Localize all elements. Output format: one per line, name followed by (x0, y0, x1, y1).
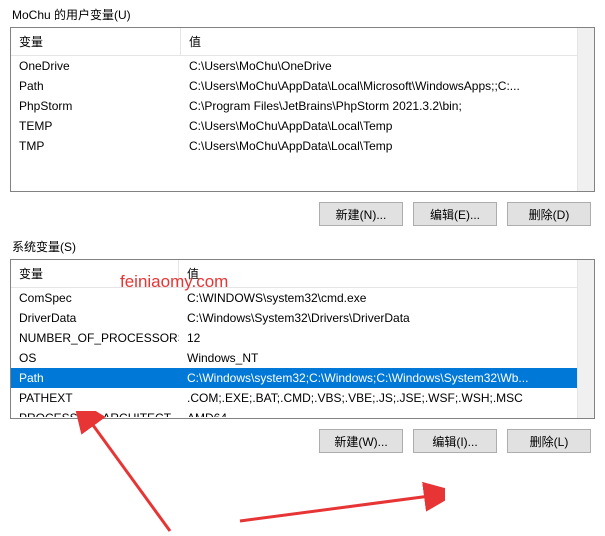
system-buttons-row: 新建(W)... 编辑(I)... 删除(L) (10, 419, 595, 459)
system-col-value[interactable]: 值 (179, 260, 594, 287)
system-table-header: 变量 值 (11, 260, 594, 288)
table-row[interactable]: ComSpecC:\WINDOWS\system32\cmd.exe (11, 288, 594, 308)
user-table-header: 变量 值 (11, 28, 594, 56)
user-new-button[interactable]: 新建(N)... (319, 202, 403, 226)
user-buttons-row: 新建(N)... 编辑(E)... 删除(D) (10, 192, 595, 232)
system-variables-table: 变量 值 ComSpecC:\WINDOWS\system32\cmd.exe … (10, 259, 595, 419)
user-edit-button[interactable]: 编辑(E)... (413, 202, 497, 226)
system-col-variable[interactable]: 变量 (11, 260, 179, 287)
table-row[interactable]: NUMBER_OF_PROCESSORS12 (11, 328, 594, 348)
system-variables-section: 系统变量(S) 变量 值 ComSpecC:\WINDOWS\system32\… (10, 238, 595, 459)
system-delete-button[interactable]: 删除(L) (507, 429, 591, 453)
user-col-value[interactable]: 值 (181, 28, 594, 55)
user-variables-section: MoChu 的用户变量(U) 变量 值 OneDriveC:\Users\MoC… (10, 6, 595, 232)
table-row[interactable]: PhpStormC:\Program Files\JetBrains\PhpSt… (11, 96, 594, 116)
user-variables-label: MoChu 的用户变量(U) (10, 6, 595, 23)
table-row[interactable]: PROCESSOR_ARCHITECT...AMD64 (11, 408, 594, 417)
system-new-button[interactable]: 新建(W)... (319, 429, 403, 453)
table-row[interactable]: TEMPC:\Users\MoChu\AppData\Local\Temp (11, 116, 594, 136)
table-row[interactable]: OSWindows_NT (11, 348, 594, 368)
system-edit-button[interactable]: 编辑(I)... (413, 429, 497, 453)
table-row[interactable]: PATHEXT.COM;.EXE;.BAT;.CMD;.VBS;.VBE;.JS… (11, 388, 594, 408)
table-row[interactable]: DriverDataC:\Windows\System32\Drivers\Dr… (11, 308, 594, 328)
user-variables-table: 变量 值 OneDriveC:\Users\MoChu\OneDrive Pat… (10, 27, 595, 192)
table-row[interactable]: PathC:\Users\MoChu\AppData\Local\Microso… (11, 76, 594, 96)
table-row[interactable]: OneDriveC:\Users\MoChu\OneDrive (11, 56, 594, 76)
user-col-variable[interactable]: 变量 (11, 28, 181, 55)
table-row[interactable]: TMPC:\Users\MoChu\AppData\Local\Temp (11, 136, 594, 156)
system-variables-label: 系统变量(S) (10, 238, 595, 255)
scrollbar[interactable] (577, 28, 594, 191)
scrollbar[interactable] (577, 260, 594, 418)
system-table-body: ComSpecC:\WINDOWS\system32\cmd.exe Drive… (11, 288, 594, 417)
table-row-selected[interactable]: PathC:\Windows\system32;C:\Windows;C:\Wi… (11, 368, 594, 388)
user-delete-button[interactable]: 删除(D) (507, 202, 591, 226)
user-table-body: OneDriveC:\Users\MoChu\OneDrive PathC:\U… (11, 56, 594, 190)
